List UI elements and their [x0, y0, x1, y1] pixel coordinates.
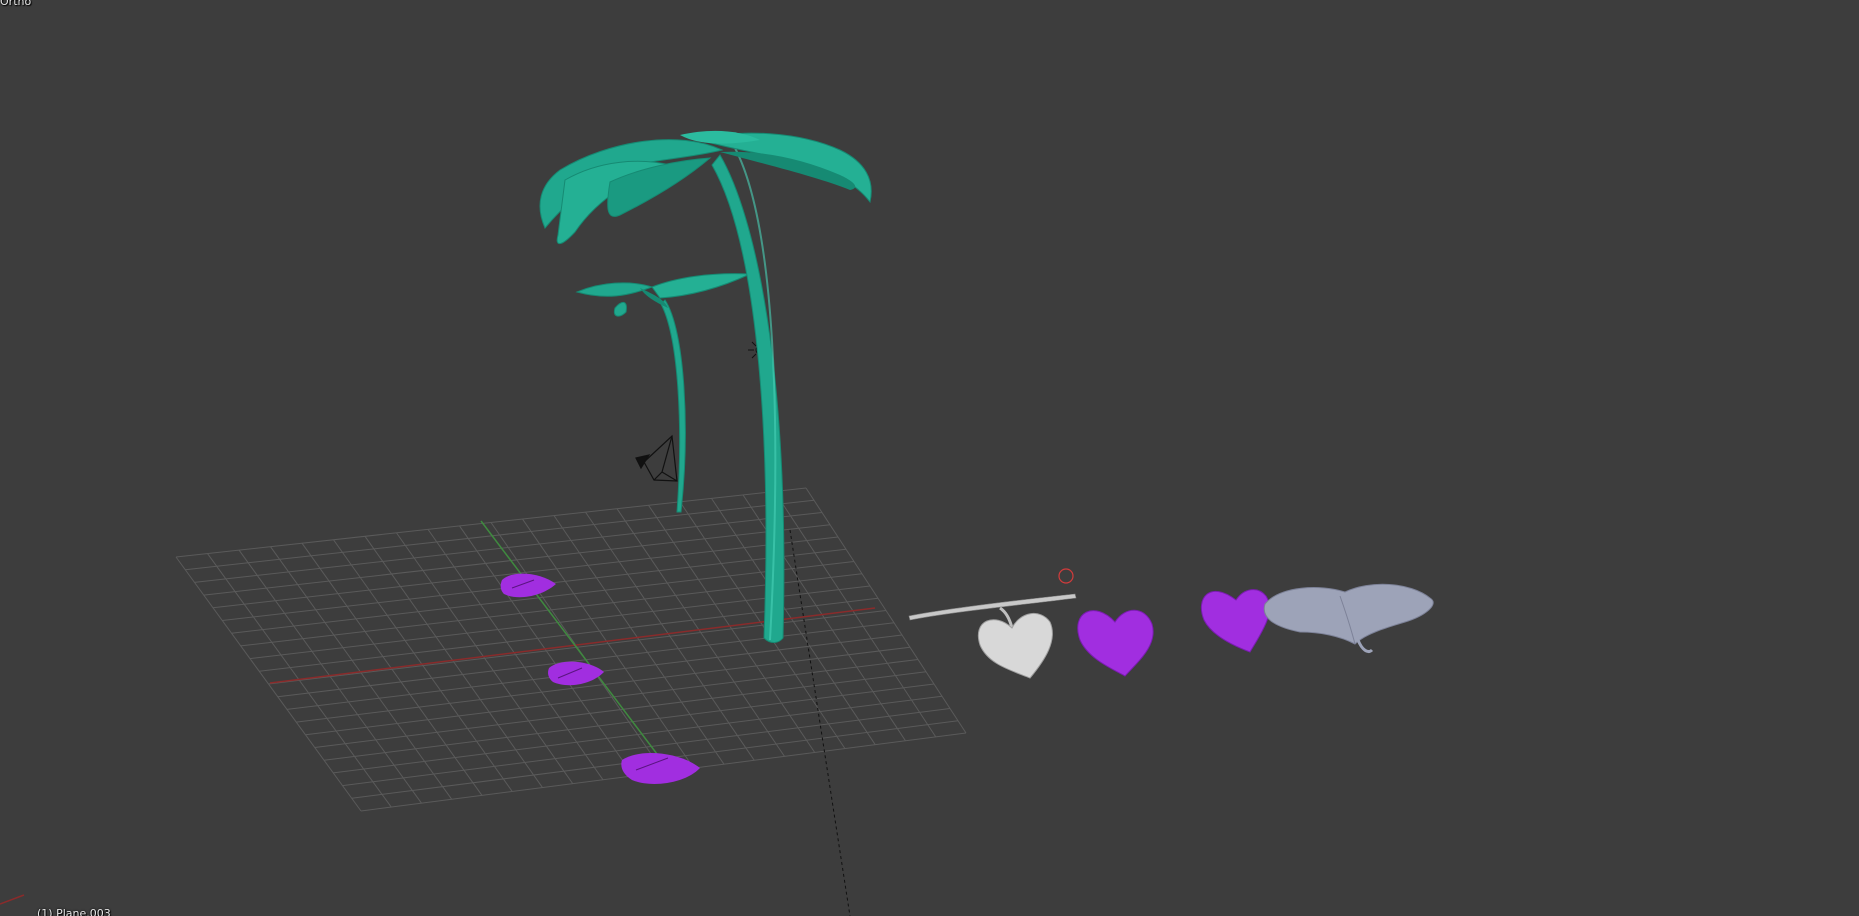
small-palm-model[interactable]	[575, 273, 751, 513]
light-guide-line	[789, 529, 851, 916]
purple-heart-leaf[interactable]	[1077, 609, 1154, 677]
white-leaf-model[interactable]	[908, 593, 1077, 679]
grey-leaf-model[interactable]	[1263, 583, 1434, 654]
grid-line	[774, 491, 937, 738]
purple-leaf-2[interactable]	[548, 661, 604, 686]
view-mode-label: r Ortho	[0, 0, 32, 8]
y-axis-line	[480, 520, 661, 759]
camera-icon[interactable]	[635, 434, 678, 482]
3d-cursor-icon[interactable]	[1058, 568, 1074, 584]
purple-leaf-1[interactable]	[500, 573, 556, 598]
active-object-label: (1) Plane.003	[37, 907, 111, 916]
viewport-scene[interactable]	[0, 0, 1859, 916]
grid-line	[711, 498, 876, 745]
3d-viewport[interactable]: r Ortho (1) Plane.003	[0, 0, 1859, 916]
floor-grid	[175, 487, 967, 812]
purple-leaf-3[interactable]	[621, 753, 700, 784]
axis-gizmo-icon	[0, 894, 25, 905]
purple-leaf-pair[interactable]	[1200, 589, 1270, 653]
